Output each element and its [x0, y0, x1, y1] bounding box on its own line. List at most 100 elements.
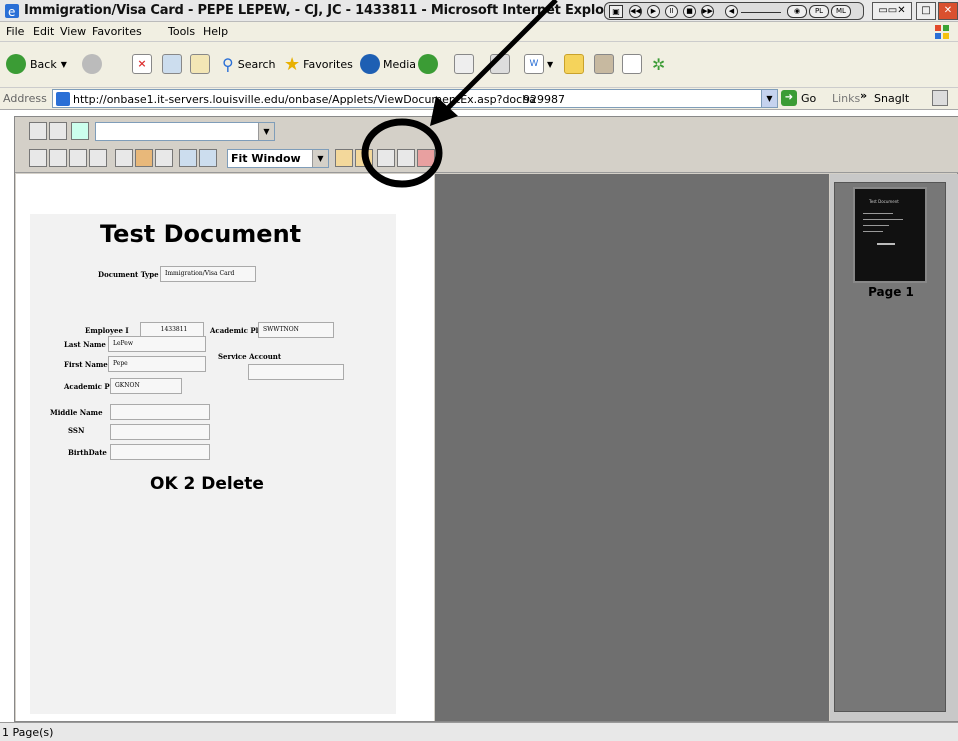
messenger-button[interactable]: ✲ — [652, 52, 665, 76]
properties-icon[interactable] — [417, 149, 435, 167]
stop-button[interactable]: × — [132, 52, 152, 76]
menu-view[interactable]: View — [60, 25, 86, 38]
eq-icon[interactable]: ◉ — [787, 5, 807, 18]
document-select[interactable]: ▼ — [95, 122, 275, 141]
folder-button[interactable] — [564, 52, 584, 76]
viewer-toolbar-top: ▼ — [15, 117, 958, 145]
chevron-down-icon: ▼ — [312, 150, 328, 167]
history-icon — [418, 54, 438, 74]
rotate-left-icon[interactable] — [355, 149, 373, 167]
home-icon — [190, 54, 210, 74]
back-button[interactable]: Back ▼ — [6, 52, 67, 76]
window-title: Immigration/Visa Card - PEPE LEPEW, - CJ… — [24, 3, 625, 18]
viewer-page-icon[interactable] — [49, 122, 67, 140]
home-button[interactable] — [190, 52, 210, 76]
thumb-line — [877, 243, 895, 245]
volume-slider[interactable] — [741, 12, 781, 13]
rewind-icon[interactable]: ◀◀ — [629, 5, 642, 18]
page-count: 1 Page(s) — [2, 726, 54, 739]
media-menu-icon[interactable]: ▣ — [609, 5, 623, 18]
ie-logo-icon: e — [5, 4, 19, 19]
play-icon[interactable]: ▶ — [647, 5, 660, 18]
birthdate-field — [110, 444, 210, 460]
viewer-related-icon[interactable] — [71, 122, 89, 140]
menu-file[interactable]: File — [6, 25, 24, 38]
title-bar: e Immigration/Visa Card - PEPE LEPEW, - … — [0, 0, 958, 22]
first-name-label: First Name — [64, 360, 108, 369]
last-page-icon[interactable] — [89, 149, 107, 167]
menu-edit[interactable]: Edit — [33, 25, 54, 38]
address-input[interactable]: http://onbase1.it-servers.louisville.edu… — [52, 89, 778, 108]
close-button[interactable]: ✕ — [938, 2, 958, 20]
snagit-button[interactable]: SnagIt — [874, 92, 909, 105]
viewer-view-icon[interactable] — [29, 122, 47, 140]
academic-p-field: GKNON — [110, 378, 182, 394]
thumb-line — [863, 219, 903, 220]
refresh-icon — [162, 54, 182, 74]
zoom-out-icon[interactable] — [199, 149, 217, 167]
screen-button[interactable] — [622, 52, 642, 76]
menu-help[interactable]: Help — [203, 25, 228, 38]
page-thumbnail[interactable]: Test Document — [853, 187, 927, 283]
document-title: Test Document — [100, 220, 302, 248]
address-dropdown-icon[interactable]: ▼ — [761, 90, 777, 107]
research-button[interactable] — [594, 52, 614, 76]
last-name-label: Last Name — [64, 340, 106, 349]
zoom-in-icon[interactable] — [179, 149, 197, 167]
folder-icon — [564, 54, 584, 74]
print-icon[interactable] — [397, 149, 415, 167]
doc-type-field: Immigration/Visa Card — [160, 266, 256, 282]
star-icon: ★ — [284, 53, 301, 75]
document-pane[interactable]: Test Document Document Type Immigration/… — [16, 174, 434, 721]
media-window-controls[interactable]: ▭▭✕ — [872, 2, 912, 20]
pause-icon[interactable]: II — [665, 5, 678, 18]
next-page-icon[interactable] — [69, 149, 87, 167]
media-player-strip: ▣ ◀◀ ▶ II ■ ▶▶ ◀ ◉ PL ML — [604, 2, 864, 20]
viewer-toolbar-bottom: Fit Window ▼ — [15, 145, 958, 173]
send-to-icon[interactable] — [377, 149, 395, 167]
media-button[interactable]: Media — [360, 52, 416, 76]
menu-tools[interactable]: Tools — [168, 25, 195, 38]
restore-button[interactable]: □ — [916, 2, 936, 20]
highlight-icon[interactable] — [135, 149, 153, 167]
minilib-icon[interactable]: ML — [831, 5, 851, 18]
back-label: Back — [30, 57, 57, 71]
links-label[interactable]: Links — [832, 92, 860, 105]
search-icon: ⚲ — [222, 54, 234, 74]
volume-icon[interactable]: ◀ — [725, 5, 738, 18]
thumb-line — [863, 225, 889, 226]
middle-name-label: Middle Name — [50, 408, 103, 417]
mail-icon — [454, 54, 474, 74]
word-icon: W — [524, 54, 544, 74]
chevron-down-icon: ▼ — [60, 59, 67, 69]
edit-button[interactable]: W ▼ — [524, 52, 553, 76]
prev-page-icon[interactable] — [49, 149, 67, 167]
playlist-icon[interactable]: PL — [809, 5, 829, 18]
extra-tool-icon[interactable] — [932, 90, 948, 106]
menu-favorites[interactable]: Favorites — [92, 25, 142, 38]
search-button[interactable]: ⚲ Search — [222, 52, 276, 76]
mail-button[interactable] — [454, 52, 474, 76]
chevron-right-icon[interactable]: » — [860, 89, 867, 102]
thumb-line — [863, 231, 883, 232]
print-button[interactable] — [490, 52, 510, 76]
go-button[interactable]: ➜ Go — [781, 90, 816, 106]
rotate-right-icon[interactable] — [335, 149, 353, 167]
refresh-button[interactable] — [162, 52, 182, 76]
forward-icon[interactable]: ▶▶ — [701, 5, 714, 18]
grid-icon[interactable] — [155, 149, 173, 167]
stop-icon[interactable]: ■ — [683, 5, 696, 18]
history-button[interactable] — [418, 52, 438, 76]
favorites-button[interactable]: ★ Favorites — [284, 52, 353, 76]
forward-arrow-icon — [82, 54, 102, 74]
notes-icon[interactable] — [115, 149, 133, 167]
zoom-select[interactable]: Fit Window ▼ — [227, 149, 329, 168]
zoom-value: Fit Window — [231, 152, 301, 165]
first-page-icon[interactable] — [29, 149, 47, 167]
birthdate-label: BirthDate — [68, 448, 107, 457]
messenger-icon: ✲ — [652, 54, 666, 74]
forward-button[interactable] — [82, 52, 102, 76]
last-name-field: LePew — [108, 336, 206, 352]
svg-text:e: e — [8, 5, 15, 19]
chevron-down-icon: ▼ — [547, 59, 554, 69]
